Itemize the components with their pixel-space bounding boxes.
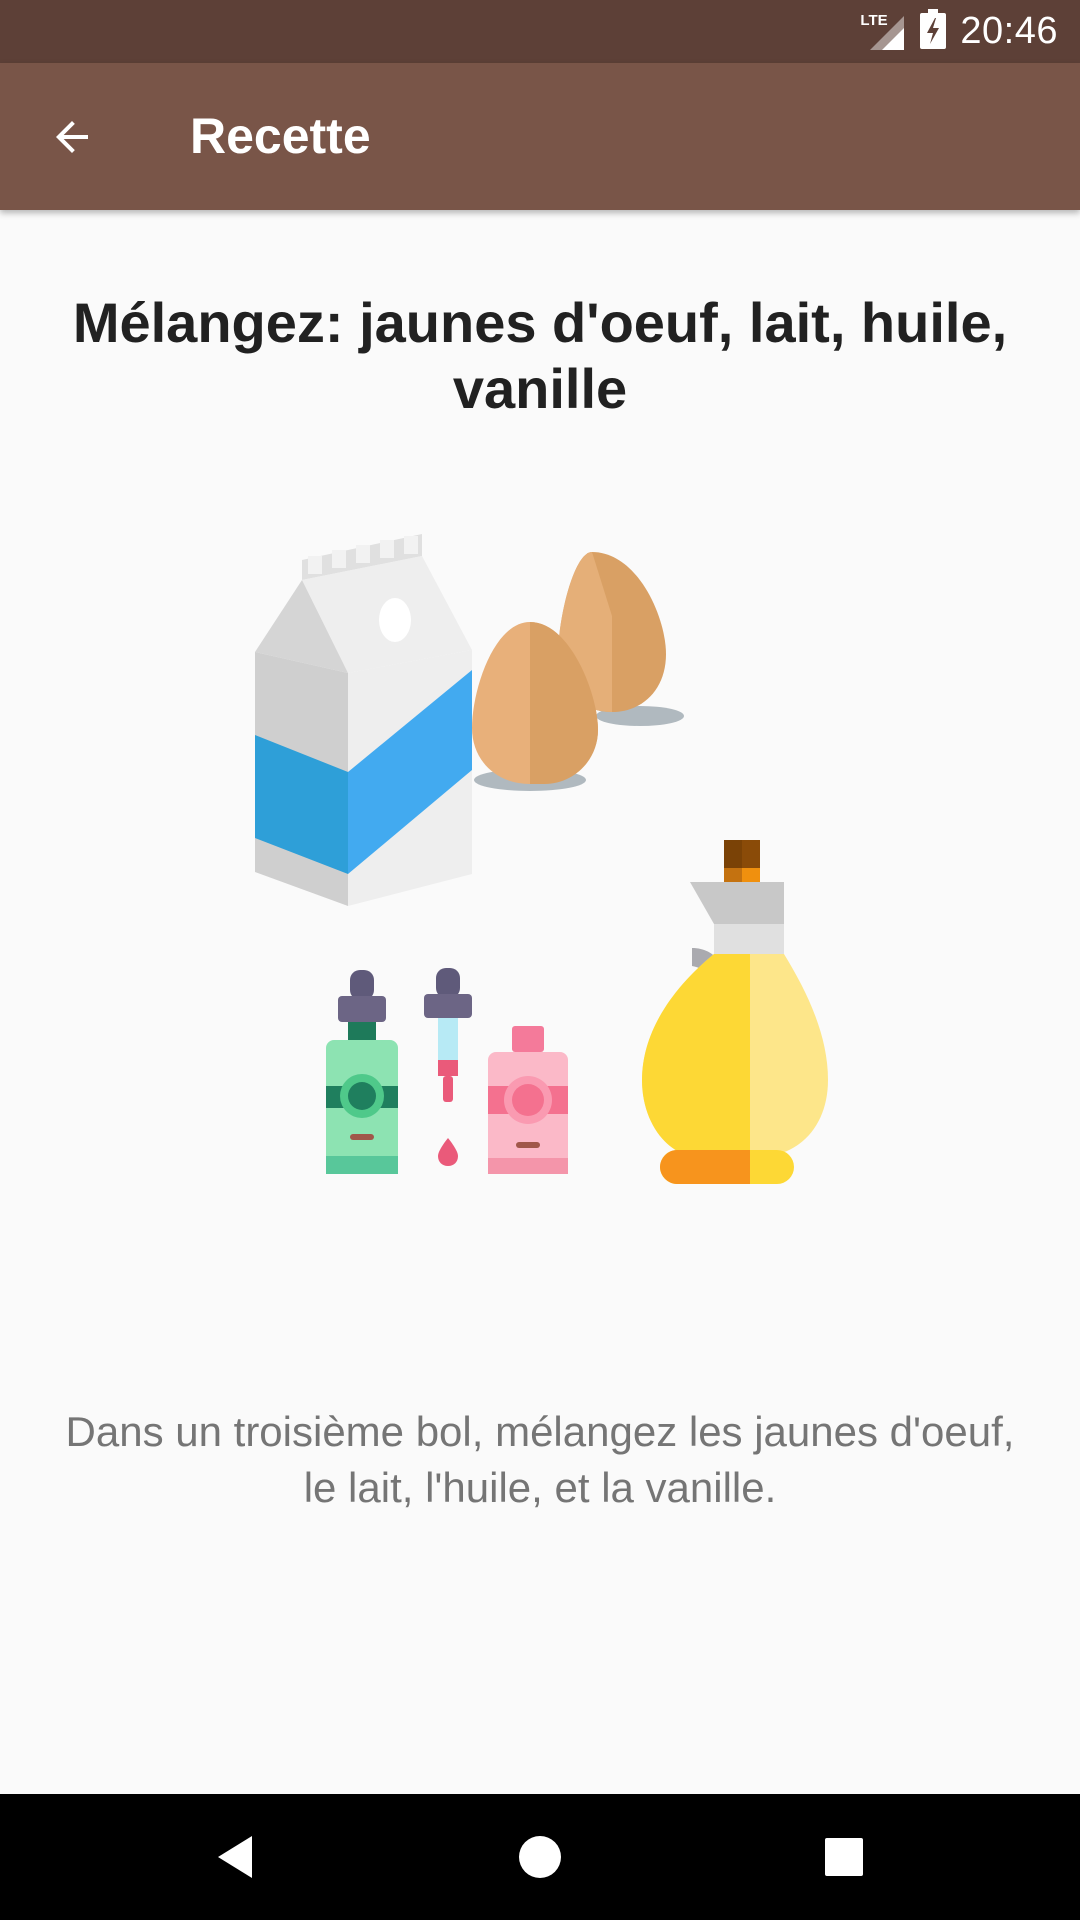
network-type: LTE xyxy=(860,11,888,29)
status-icons: LTE 20:46 xyxy=(860,0,1058,63)
recipe-illustration xyxy=(255,534,828,1184)
nav-back-button[interactable] xyxy=(195,1817,275,1897)
step-description: Dans un troisième bol, mélangez les jaun… xyxy=(65,1408,1015,1511)
navigation-bar xyxy=(0,1794,1080,1920)
nav-recents-icon xyxy=(825,1838,863,1876)
step-title: Mélangez: jaunes d'oeuf, lait, huile, va… xyxy=(72,291,1008,420)
status-time: 20:46 xyxy=(960,10,1058,52)
nav-home-button[interactable] xyxy=(500,1817,580,1897)
app-title: Recette xyxy=(190,108,371,164)
lte-signal-icon: LTE xyxy=(860,12,906,52)
milk-carton-icon xyxy=(255,534,472,906)
app-bar: Recette xyxy=(0,63,1080,210)
battery-charging-icon xyxy=(920,9,947,54)
oil-jug-icon xyxy=(642,840,828,1184)
arrow-back-icon xyxy=(56,121,88,153)
status-bar: LTE 20:46 xyxy=(0,0,1080,63)
back-button[interactable] xyxy=(30,95,114,179)
nav-recents-button[interactable] xyxy=(804,1817,884,1897)
nav-home-icon xyxy=(519,1836,561,1878)
eggs-icon xyxy=(472,552,684,791)
nav-back-icon xyxy=(218,1836,252,1878)
vanilla-bottles-icon xyxy=(326,968,568,1174)
